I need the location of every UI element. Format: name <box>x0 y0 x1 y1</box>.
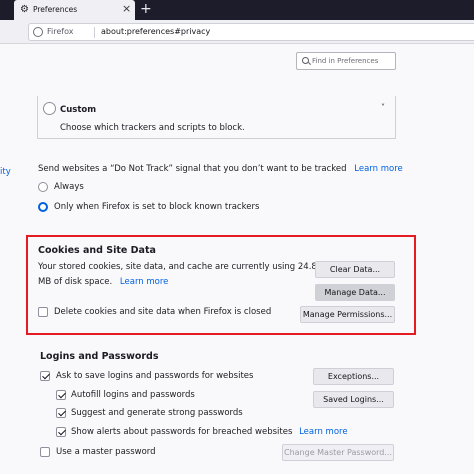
manage-permissions-button[interactable]: Manage Permissions... <box>300 306 395 323</box>
dnt-always-radio[interactable] <box>38 182 48 192</box>
cookies-usage-line1: Your stored cookies, site data, and cach… <box>38 262 317 272</box>
master-password-label: Use a master password <box>56 447 156 457</box>
saved-logins-button[interactable]: Saved Logins... <box>313 391 394 408</box>
search-input[interactable]: Find in Preferences <box>296 52 396 70</box>
breach-alerts-checkbox[interactable] <box>56 427 66 437</box>
exceptions-button[interactable]: Exceptions... <box>313 368 394 385</box>
tab-strip: ⚙ Preferences × + <box>0 0 474 20</box>
breach-learn-more-link[interactable]: Learn more <box>299 427 347 437</box>
url-text[interactable]: about:preferences#privacy <box>101 27 210 36</box>
cookies-learn-more-link[interactable]: Learn more <box>120 277 168 287</box>
delete-cookies-label: Delete cookies and site data when Firefo… <box>54 307 272 317</box>
custom-title: Custom <box>60 105 97 115</box>
dnt-learn-more-link[interactable]: Learn more <box>354 164 402 174</box>
chevron-down-icon[interactable]: ˅ <box>381 103 385 112</box>
sidebar-item-fragment[interactable]: ity <box>0 167 11 177</box>
autofill-checkbox[interactable] <box>56 390 66 400</box>
url-bar[interactable]: Firefox about:preferences#privacy <box>28 23 474 41</box>
ask-save-checkbox[interactable] <box>40 371 50 381</box>
breach-alerts-row: Show alerts about passwords for breached… <box>71 427 348 437</box>
new-tab-button[interactable]: + <box>140 1 152 17</box>
clear-data-button[interactable]: Clear Data... <box>315 261 395 278</box>
dnt-text: Send websites a “Do Not Track” signal th… <box>38 164 347 174</box>
logins-section-title: Logins and Passwords <box>40 351 159 362</box>
url-divider <box>94 27 95 38</box>
dnt-only-when-label: Only when Firefox is set to block known … <box>54 202 260 212</box>
custom-radio[interactable] <box>43 102 56 115</box>
search-icon <box>302 57 309 64</box>
change-master-password-button[interactable]: Change Master Password... <box>282 444 394 461</box>
tab-preferences[interactable]: ⚙ Preferences × <box>14 0 135 20</box>
master-password-checkbox[interactable] <box>40 447 50 457</box>
preferences-content: Find in Preferences ity Custom Choose wh… <box>0 45 474 474</box>
delete-cookies-checkbox[interactable] <box>38 307 48 317</box>
dnt-always-label: Always <box>54 182 84 192</box>
ask-save-label: Ask to save logins and passwords for web… <box>56 371 254 381</box>
firefox-icon <box>33 27 43 37</box>
dnt-description: Send websites a “Do Not Track” signal th… <box>38 164 403 174</box>
gear-icon: ⚙ <box>20 4 29 15</box>
suggest-passwords-label: Suggest and generate strong passwords <box>71 408 243 418</box>
search-placeholder: Find in Preferences <box>312 57 379 65</box>
autofill-label: Autofill logins and passwords <box>71 390 195 400</box>
tab-close-button[interactable]: × <box>122 3 131 15</box>
cookies-disk-space: MB of disk space. <box>38 277 113 287</box>
tab-title: Preferences <box>33 5 78 14</box>
dnt-only-when-radio[interactable] <box>38 202 48 212</box>
cookies-usage-line2: MB of disk space. Learn more <box>38 275 168 290</box>
manage-data-button[interactable]: Manage Data... <box>315 284 395 301</box>
breach-alerts-label: Show alerts about passwords for breached… <box>71 427 293 437</box>
custom-tracking-panel: Custom Choose which trackers and scripts… <box>37 96 396 139</box>
cookies-section-title: Cookies and Site Data <box>38 245 156 256</box>
identity-label: Firefox <box>47 27 74 36</box>
custom-description: Choose which trackers and scripts to blo… <box>60 123 245 133</box>
nav-bar: Firefox about:preferences#privacy <box>0 20 474 44</box>
suggest-passwords-checkbox[interactable] <box>56 408 66 418</box>
